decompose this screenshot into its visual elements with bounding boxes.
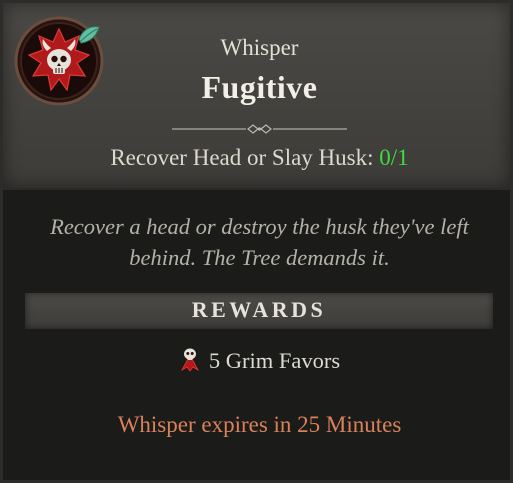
whisper-quest-tooltip: Whisper Fugitive Recover Head or Slay Hu…	[0, 0, 513, 483]
objective-progress: 0/1	[379, 145, 409, 170]
rewards-header-bar: REWARDS	[25, 293, 493, 329]
quest-objective: Recover Head or Slay Husk: 0/1	[3, 145, 513, 171]
grim-favor-icon	[180, 348, 199, 372]
reward-label: 5 Grim Favors	[208, 348, 341, 373]
whisper-expiry-text: Whisper expires in 25 Minutes	[117, 412, 402, 437]
quest-title: Fugitive	[201, 69, 318, 105]
reward-item: 5 Grim Favors	[3, 346, 513, 376]
ornamental-divider-icon	[172, 124, 347, 134]
quest-header: Whisper Fugitive Recover Head or Slay Hu…	[3, 3, 510, 190]
objective-label: Recover Head or Slay Husk:	[110, 145, 374, 170]
quest-category: Whisper	[220, 35, 299, 60]
quest-description: Recover a head or destroy the husk they'…	[50, 214, 469, 270]
rewards-heading: REWARDS	[191, 297, 327, 322]
